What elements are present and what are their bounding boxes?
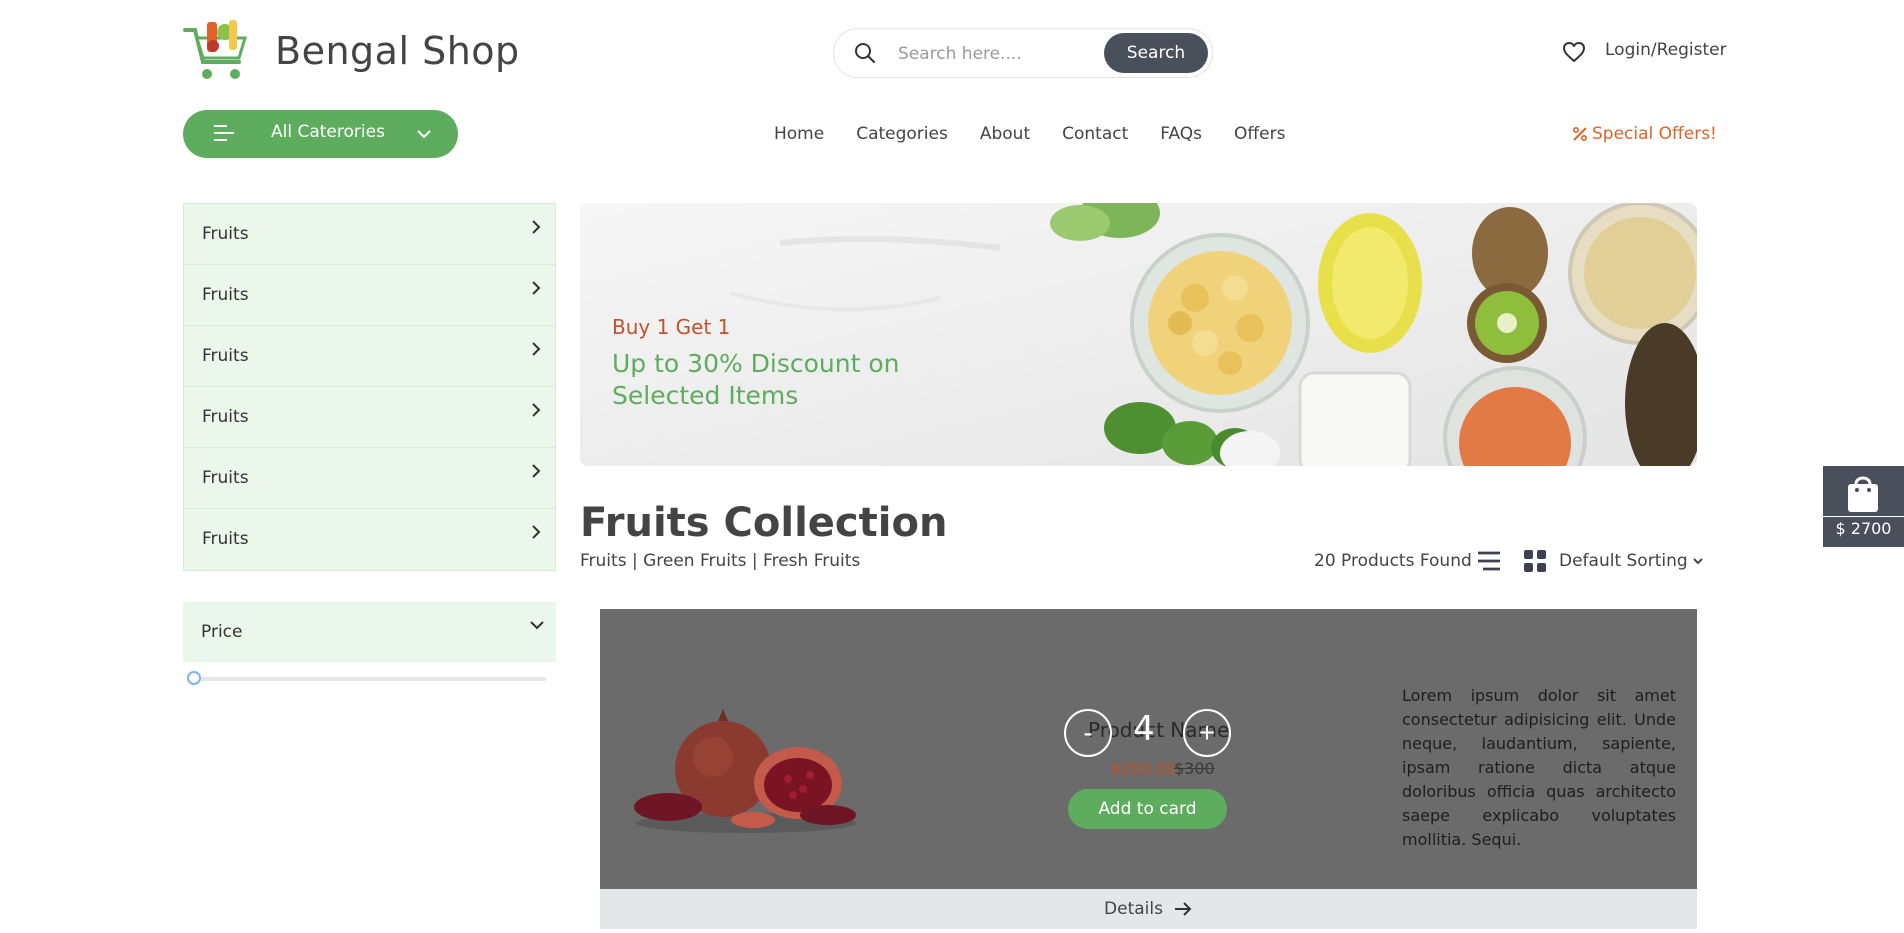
- pomegranate-image: [634, 709, 856, 833]
- product-description: Lorem ipsum dolor sit amet consectetur a…: [1402, 686, 1676, 849]
- cart-total: $ 2700: [1835, 519, 1892, 538]
- chevron-right-icon: [532, 281, 541, 295]
- special-offers-link[interactable]: Special Offers!: [1572, 124, 1717, 144]
- category-item-label: Fruits: [202, 224, 249, 244]
- arrow-right-icon: [1174, 902, 1192, 916]
- shopping-bag-icon: [1848, 476, 1878, 512]
- chevron-down-icon: [1693, 558, 1703, 565]
- list-view-icon[interactable]: [1477, 549, 1501, 573]
- quantity-increase-button[interactable]: +: [1183, 709, 1231, 757]
- category-item[interactable]: Fruits: [184, 448, 555, 509]
- all-categories-label: All Caterories: [271, 122, 385, 142]
- price-filter-toggle[interactable]: Price: [183, 602, 556, 662]
- main-nav: Home Categories About Contact FAQs Offer…: [774, 124, 1285, 144]
- nav-categories[interactable]: Categories: [856, 124, 948, 144]
- category-item-label: Fruits: [202, 346, 249, 366]
- category-item[interactable]: Fruits: [184, 326, 555, 387]
- search-bar: Search: [833, 28, 1213, 78]
- chevron-right-icon: [532, 464, 541, 478]
- price-slider-track[interactable]: [194, 677, 546, 681]
- nav-offers[interactable]: Offers: [1234, 124, 1285, 144]
- nav-faqs[interactable]: FAQs: [1160, 124, 1202, 144]
- category-list: Fruits Fruits Fruits Fruits Fruits Fruit…: [183, 203, 556, 571]
- search-button[interactable]: Search: [1104, 33, 1208, 73]
- category-item-label: Fruits: [202, 285, 249, 305]
- cart-divider: [1823, 516, 1904, 517]
- search-input[interactable]: [898, 41, 1098, 67]
- floating-cart[interactable]: $ 2700: [1823, 466, 1904, 547]
- product-price: $200.00: [1110, 759, 1177, 778]
- price-filter-label: Price: [201, 622, 243, 642]
- grid-view-icon[interactable]: [1523, 549, 1547, 573]
- category-item-label: Fruits: [202, 468, 249, 488]
- category-item-label: Fruits: [202, 407, 249, 427]
- chevron-down-icon: [417, 130, 431, 139]
- login-register-link[interactable]: Login/Register: [1605, 40, 1727, 60]
- category-item-label: Fruits: [202, 529, 249, 549]
- add-to-cart-button[interactable]: Add to card: [1068, 789, 1227, 829]
- chevron-right-icon: [532, 525, 541, 539]
- nav-home[interactable]: Home: [774, 124, 824, 144]
- chevron-right-icon: [532, 403, 541, 417]
- banner-kicker: Buy 1 Get 1: [612, 315, 731, 339]
- search-icon: [855, 43, 875, 63]
- product-old-price: $300: [1174, 759, 1215, 778]
- quantity-value: 4: [1133, 709, 1155, 749]
- category-item[interactable]: Fruits: [184, 509, 555, 570]
- chevron-down-icon: [530, 621, 544, 630]
- products-found-count: 20 Products Found: [1314, 551, 1472, 571]
- chevron-right-icon: [532, 220, 541, 234]
- special-offers-label: Special Offers!: [1592, 124, 1717, 144]
- category-item[interactable]: Fruits: [184, 387, 555, 448]
- menu-icon: [214, 125, 234, 141]
- groceries-banner-image: [580, 203, 1697, 466]
- brand-logo[interactable]: Bengal Shop: [183, 18, 520, 84]
- promo-banner[interactable]: Buy 1 Get 1 Up to 30% Discount on Select…: [580, 203, 1697, 466]
- category-item[interactable]: Fruits: [184, 204, 555, 265]
- quantity-decrease-button[interactable]: -: [1064, 709, 1112, 757]
- percent-icon: [1572, 126, 1588, 142]
- all-categories-dropdown[interactable]: All Caterories: [183, 110, 458, 158]
- category-item[interactable]: Fruits: [184, 265, 555, 326]
- product-card[interactable]: Product Name - 4 + $200.00 $300 Add to c…: [600, 609, 1697, 889]
- nav-contact[interactable]: Contact: [1062, 124, 1128, 144]
- product-image-area: [600, 609, 905, 889]
- details-link[interactable]: Details: [600, 889, 1697, 929]
- nav-about[interactable]: About: [980, 124, 1030, 144]
- page-title: Fruits Collection: [580, 500, 948, 546]
- shopping-cart-logo-icon: [183, 20, 248, 79]
- price-slider-handle[interactable]: [187, 671, 201, 685]
- brand-name: Bengal Shop: [275, 29, 520, 73]
- banner-headline: Up to 30% Discount on Selected Items: [612, 349, 900, 410]
- sort-dropdown-label: Default Sorting: [1559, 551, 1688, 571]
- sort-dropdown[interactable]: Default Sorting: [1559, 551, 1703, 571]
- chevron-right-icon: [532, 342, 541, 356]
- details-label: Details: [1104, 899, 1163, 919]
- breadcrumb: Fruits | Green Fruits | Fresh Fruits: [580, 551, 861, 571]
- heart-icon[interactable]: [1562, 40, 1586, 64]
